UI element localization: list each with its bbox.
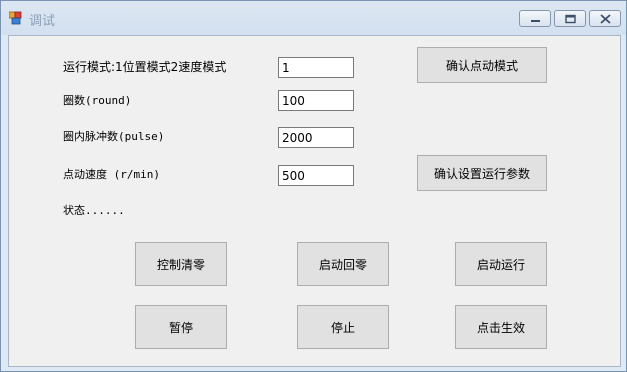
mode-label: 运行模式:1位置模式2速度模式 <box>63 60 227 74</box>
pulse-label: 圈内脉冲数(pulse) <box>63 130 165 143</box>
mode-input[interactable] <box>278 57 354 78</box>
app-window: 调试 运行模式:1位置模式2速度模式 圈数(round) 圈内脉冲数(pulse… <box>0 0 627 372</box>
minimize-icon <box>531 20 540 22</box>
maximize-button[interactable] <box>554 10 586 27</box>
app-icon <box>8 10 23 25</box>
window-title: 调试 <box>29 14 56 29</box>
maximize-icon <box>565 14 576 24</box>
rounds-label: 圈数(round) <box>63 94 132 107</box>
confirm-jog-mode-button[interactable]: 确认点动模式 <box>417 47 547 83</box>
confirm-run-params-button[interactable]: 确认设置运行参数 <box>417 155 547 191</box>
close-button[interactable] <box>589 10 621 27</box>
jog-speed-label: 点动速度 (r/min) <box>63 168 160 181</box>
minimize-button[interactable] <box>519 10 551 27</box>
control-clear-button[interactable]: 控制清零 <box>135 242 227 286</box>
jog-speed-input[interactable] <box>278 165 354 186</box>
start-run-button[interactable]: 启动运行 <box>455 242 547 286</box>
title-bar[interactable]: 调试 <box>1 1 626 35</box>
start-home-button[interactable]: 启动回零 <box>297 242 389 286</box>
pause-button[interactable]: 暂停 <box>135 305 227 349</box>
stop-button[interactable]: 停止 <box>297 305 389 349</box>
status-label: 状态...... <box>63 204 125 217</box>
click-apply-button[interactable]: 点击生效 <box>455 305 547 349</box>
form-client-area: 运行模式:1位置模式2速度模式 圈数(round) 圈内脉冲数(pulse) 点… <box>8 35 621 367</box>
rounds-input[interactable] <box>278 90 354 111</box>
pulse-input[interactable] <box>278 127 354 148</box>
close-icon <box>600 14 611 24</box>
